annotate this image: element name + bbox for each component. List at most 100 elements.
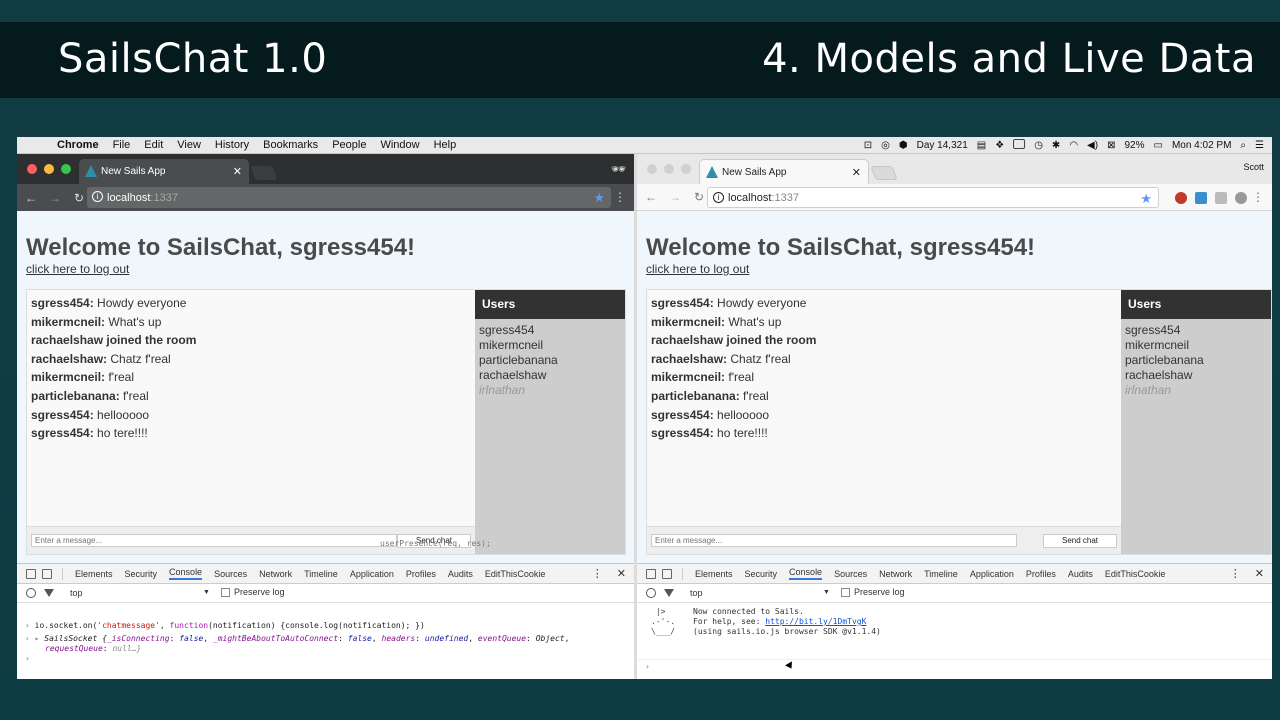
notification-center-icon[interactable]: ☰ — [1255, 140, 1264, 151]
profile-name[interactable]: Scott — [1243, 162, 1264, 172]
devtools-tab-audits[interactable]: Audits — [448, 569, 473, 579]
checkbox[interactable] — [841, 587, 850, 597]
time-machine-icon[interactable]: ◷ — [1034, 140, 1043, 151]
chrome-menu-icon[interactable]: ⋮ — [1252, 191, 1264, 203]
close-devtools-icon[interactable]: ✕ — [617, 567, 626, 580]
extension-shield-icon[interactable] — [1235, 192, 1247, 204]
devtools-tab-sources[interactable]: Sources — [834, 569, 867, 579]
docker-icon[interactable]: ▤ — [977, 140, 986, 151]
devtools-tab-application[interactable]: Application — [970, 569, 1014, 579]
new-tab-button[interactable] — [250, 166, 278, 180]
day-counter[interactable]: Day 14,321 — [917, 140, 968, 151]
clear-console-icon[interactable] — [26, 588, 36, 598]
devtools-menu-icon[interactable]: ⋮ — [592, 567, 603, 580]
devtools-tab-console[interactable]: Console — [169, 567, 203, 580]
bookmark-star-icon[interactable]: ★ — [593, 190, 605, 206]
close-window-button[interactable] — [27, 164, 37, 174]
devtools-tab-audits[interactable]: Audits — [1068, 569, 1093, 579]
info-icon[interactable]: i — [713, 192, 724, 203]
device-toolbar-icon[interactable] — [42, 568, 52, 579]
logout-link[interactable]: click here to log out — [26, 262, 129, 276]
keyboard-icon[interactable] — [1013, 139, 1026, 152]
address-bar[interactable]: i localhost:1337 ★ — [87, 187, 611, 208]
devtools-tab-profiles[interactable]: Profiles — [1026, 569, 1056, 579]
minimize-window-button[interactable] — [44, 164, 54, 174]
input-source-icon[interactable]: ⊠ — [1107, 140, 1115, 151]
bookmark-star-icon[interactable]: ★ — [1140, 191, 1152, 207]
extension-flag-icon[interactable] — [1175, 192, 1187, 204]
help-link[interactable]: http://bit.ly/1DmTvgK — [765, 617, 866, 626]
new-tab-button[interactable] — [870, 166, 898, 180]
dropbox-icon[interactable]: ❖ — [995, 140, 1004, 151]
menu-app-chrome[interactable]: Chrome — [57, 139, 99, 151]
browser-tab[interactable]: New Sails App ✕ — [699, 159, 869, 184]
devtools-tab-application[interactable]: Application — [350, 569, 394, 579]
zoom-window-button[interactable] — [61, 164, 71, 174]
extension-grey-icon[interactable] — [1215, 192, 1227, 204]
volume-icon[interactable]: ◀) — [1087, 140, 1098, 151]
inspect-element-icon[interactable] — [26, 568, 36, 579]
context-select[interactable]: top — [70, 588, 83, 598]
extension-x-icon[interactable] — [1195, 192, 1207, 204]
console-prompt[interactable]: › — [25, 654, 626, 664]
devtools-tab-elements[interactable]: Elements — [75, 569, 113, 579]
chrome-menu-icon[interactable]: ⋮ — [614, 191, 626, 203]
devtools-tab-timeline[interactable]: Timeline — [924, 569, 958, 579]
devtools-tab-timeline[interactable]: Timeline — [304, 569, 338, 579]
browser-tab[interactable]: New Sails App ✕ — [79, 159, 249, 184]
bluetooth-icon[interactable]: ✱ — [1052, 140, 1060, 151]
battery-percent[interactable]: 92% — [1124, 140, 1144, 151]
clear-console-icon[interactable] — [646, 588, 656, 598]
devtools-tab-security[interactable]: Security — [125, 569, 158, 579]
cube-icon[interactable]: ⬢ — [899, 140, 908, 151]
reload-icon[interactable]: ↻ — [689, 190, 709, 204]
devtools-menu-icon[interactable]: ⋮ — [1230, 567, 1241, 580]
devtools-tab-network[interactable]: Network — [259, 569, 292, 579]
forward-arrow-icon[interactable]: → — [665, 190, 685, 204]
console-output[interactable]: |> .-'-. \___/ Now connected to Sails. F… — [637, 603, 1272, 659]
menu-history[interactable]: History — [215, 139, 249, 151]
dropdown-arrow-icon[interactable]: ▼ — [823, 589, 830, 596]
devtools-tab-network[interactable]: Network — [879, 569, 912, 579]
minimize-window-button[interactable] — [664, 164, 674, 174]
close-window-button[interactable] — [647, 164, 657, 174]
devtools-tab-elements[interactable]: Elements — [695, 569, 733, 579]
console-prompt[interactable]: › — [645, 662, 1264, 672]
zoom-window-button[interactable] — [681, 164, 691, 174]
close-devtools-icon[interactable]: ✕ — [1255, 567, 1264, 580]
inspect-element-icon[interactable] — [646, 568, 656, 579]
spotlight-icon[interactable]: ⌕ — [1240, 140, 1246, 151]
preserve-log-checkbox[interactable]: Preserve log — [841, 587, 905, 597]
menu-window[interactable]: Window — [380, 139, 419, 151]
screen-record-icon[interactable]: ⊡ — [864, 140, 872, 151]
devtools-tab-security[interactable]: Security — [745, 569, 778, 579]
menu-bookmarks[interactable]: Bookmarks — [263, 139, 318, 151]
menu-file[interactable]: File — [113, 139, 131, 151]
dropdown-arrow-icon[interactable]: ▼ — [203, 589, 210, 596]
context-select[interactable]: top — [690, 588, 703, 598]
devtools-tab-editthiscookie[interactable]: EditThisCookie — [485, 569, 546, 579]
menu-view[interactable]: View — [177, 139, 201, 151]
close-tab-icon[interactable]: ✕ — [852, 166, 861, 179]
devtools-tab-profiles[interactable]: Profiles — [406, 569, 436, 579]
close-tab-icon[interactable]: ✕ — [233, 165, 242, 178]
menu-help[interactable]: Help — [434, 139, 457, 151]
menu-people[interactable]: People — [332, 139, 366, 151]
devtools-tab-console[interactable]: Console — [789, 567, 823, 580]
creative-cloud-icon[interactable]: ◎ — [881, 140, 890, 151]
send-chat-button[interactable]: Send chat — [1043, 534, 1117, 548]
info-icon[interactable]: i — [92, 191, 103, 202]
battery-icon[interactable]: ▭ — [1153, 140, 1162, 151]
filter-icon[interactable] — [664, 589, 674, 597]
forward-arrow-icon[interactable]: → — [45, 191, 65, 205]
reload-icon[interactable]: ↻ — [69, 191, 89, 205]
device-toolbar-icon[interactable] — [662, 568, 672, 579]
console-output[interactable]: › io.socket.on('chatmessage', function(n… — [17, 603, 634, 668]
devtools-tab-sources[interactable]: Sources — [214, 569, 247, 579]
back-arrow-icon[interactable]: ← — [641, 190, 661, 204]
menu-edit[interactable]: Edit — [144, 139, 163, 151]
message-input[interactable] — [651, 534, 1017, 547]
address-bar[interactable]: i localhost:1337 ★ — [707, 187, 1159, 208]
message-input[interactable] — [31, 534, 397, 547]
logout-link[interactable]: click here to log out — [646, 262, 749, 276]
